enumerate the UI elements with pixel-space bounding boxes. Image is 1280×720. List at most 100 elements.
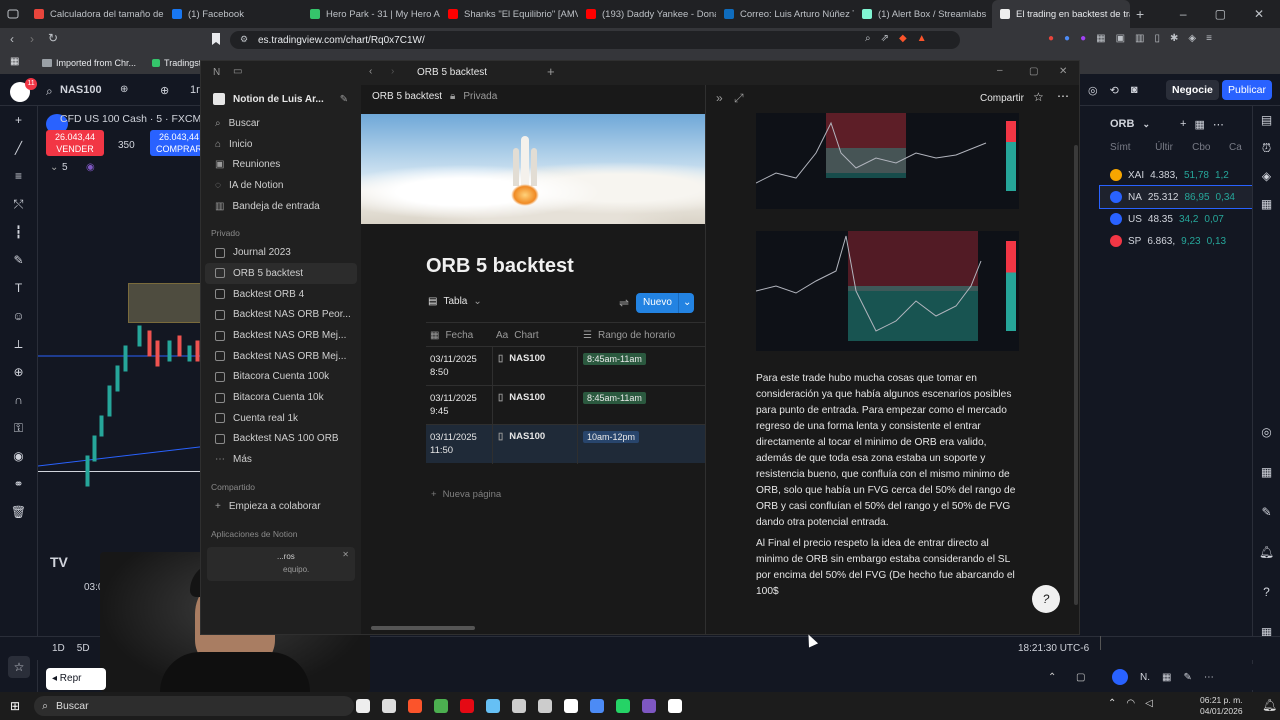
tray-chevron-icon[interactable]: ⌃ (1108, 698, 1116, 709)
bookmarks-icon[interactable]: ▥ (1135, 33, 1144, 44)
watchlist-icon[interactable]: ▤ (1253, 106, 1280, 134)
add-symbol-icon[interactable]: + (1180, 118, 1186, 130)
layout-icon[interactable]: ▦ (1162, 672, 1171, 683)
cell-range-tag[interactable]: 10am-12pm (583, 431, 640, 443)
compare-icon[interactable]: ⊕ (120, 84, 128, 95)
timeframe-5d[interactable]: 5D (77, 643, 90, 654)
text-icon[interactable]: T (0, 274, 37, 302)
tab-search-icon[interactable] (0, 0, 26, 28)
watch-column-header[interactable]: Ca (1229, 142, 1252, 164)
new-tab-icon[interactable]: + (1130, 6, 1144, 22)
sell-button[interactable]: 26.043,44 VENDER (46, 130, 104, 156)
sidebar-page[interactable]: Backtest NAS ORB Peor... (201, 305, 361, 326)
add-symbol-icon[interactable]: ⊕ (160, 84, 169, 97)
page-cover[interactable] (361, 114, 705, 224)
sidebar-nav-item[interactable]: ◌ IA de Notion (201, 175, 361, 196)
extension-box-icon[interactable]: ▣ (1116, 33, 1125, 44)
obs-icon[interactable] (382, 699, 397, 713)
watch-row[interactable]: XAI 4.383, 51,78 1,2 (1100, 164, 1252, 186)
column-chart[interactable]: Aa Chart (496, 330, 539, 341)
sidebar-page[interactable]: Backtest ORB 4 (201, 284, 361, 305)
privacy-label[interactable]: Privada (463, 91, 497, 102)
symbol-search-icon[interactable]: ⌕ (46, 84, 53, 99)
close-icon[interactable]: ✕ (1254, 7, 1264, 21)
notion-active-icon[interactable] (668, 699, 683, 713)
more-icon[interactable]: ⋯ (1213, 118, 1224, 131)
timeframe-1d[interactable]: 1D (52, 643, 65, 654)
extension-blue-icon[interactable]: ● (1064, 33, 1070, 44)
sidebar-page[interactable]: Backtest NAS ORB Mej... (201, 325, 361, 346)
news-icon[interactable]: ◎ (1253, 418, 1280, 458)
view-tab-table[interactable]: ▤ Tabla ⌄ (428, 296, 482, 307)
ideas-icon[interactable]: ✎ (1253, 498, 1280, 538)
table-view-icon[interactable]: ▦ (1194, 118, 1204, 131)
taskbar-time[interactable]: 06:21 p. m. (1200, 695, 1243, 706)
watch-row[interactable]: NA 25.312 86,95 0,34 (1099, 185, 1253, 209)
table-row[interactable]: 03/11/2025 9:45 ▯ NAS100 8:45am-11am (426, 385, 705, 425)
steam-icon[interactable] (486, 699, 501, 713)
lock-icon[interactable]: ⚿ (0, 414, 37, 442)
table-row[interactable]: 03/11/2025 11:50 ▯ NAS100 10am-12pm (426, 424, 705, 464)
help-icon[interactable]: ? (1253, 578, 1280, 618)
windows-start-icon[interactable]: ⊞ (10, 699, 20, 713)
brave-shield-icon[interactable]: ◆ (899, 33, 907, 44)
browser-tab[interactable]: (1) Facebook (164, 0, 302, 28)
sidebar-page[interactable]: Journal 2023 (201, 242, 361, 263)
filter-icon[interactable]: ⇌ (619, 296, 629, 310)
sidebar-more[interactable]: ⋯ Más (201, 449, 361, 470)
terminal-icon[interactable] (356, 699, 371, 713)
maximize-panel-icon[interactable]: ▢ (1076, 672, 1085, 683)
cell-fecha[interactable]: 03/11/2025 11:50 (430, 431, 477, 457)
apps-popup[interactable]: ...ros equipo. ✕ (207, 546, 355, 581)
cpu-icon[interactable] (512, 699, 527, 713)
sidebar-icon[interactable]: ▯ (1155, 33, 1161, 44)
sidebar-nav-item[interactable]: ▣ Reuniones (201, 154, 361, 175)
sidebar-page[interactable]: ORB 5 backtest (205, 263, 357, 284)
more-icon[interactable]: ⋯ (1204, 672, 1214, 683)
apps-icon[interactable]: ▦ (10, 56, 19, 67)
minimize-icon[interactable]: – (997, 65, 1003, 76)
alerts-icon[interactable]: ⏰︎ (1253, 134, 1280, 162)
wifi-icon[interactable]: ◠ (1126, 698, 1135, 709)
browser-tab[interactable]: (193) Daddy Yankee - Donarh (578, 0, 716, 28)
cell-fecha[interactable]: 03/11/2025 8:50 (430, 353, 477, 379)
trash-icon[interactable]: 🗑︎ (0, 498, 37, 526)
cell-chart[interactable]: ▯ NAS100 (498, 392, 545, 403)
site-info-icon[interactable]: ⚙ (240, 34, 248, 45)
brave-icon[interactable] (408, 699, 423, 713)
extension-fox-icon[interactable]: ● (1048, 33, 1054, 44)
browser-tab[interactable]: El trading en backtest de trad (992, 0, 1130, 28)
breadcrumb[interactable]: ORB 5 backtest (372, 91, 442, 102)
menu-icon[interactable]: ≡ (1206, 33, 1212, 44)
expand-icon[interactable]: ⤢ (734, 91, 744, 106)
watch-row[interactable]: US 48.35 34,2 0,07 (1100, 208, 1252, 230)
alert-icon[interactable]: ◎ (1088, 84, 1098, 97)
browser-tab[interactable]: Shanks "El Equilibrio" [AMV] C (440, 0, 578, 28)
replay-button[interactable]: ◂ Repr (46, 668, 106, 690)
forward-icon[interactable]: › (391, 66, 394, 77)
pattern-icon[interactable]: ⤲ (0, 190, 37, 218)
watch-column-header[interactable]: Símt (1110, 142, 1141, 164)
cell-chart[interactable]: ▯ NAS100 (498, 353, 545, 364)
trendline-icon[interactable]: ╱ (0, 134, 37, 162)
close-icon[interactable]: ✕ (342, 550, 349, 559)
taskbar-search[interactable]: ⌕ Buscar (34, 696, 355, 716)
cell-chart[interactable]: ▯ NAS100 (498, 431, 545, 442)
layers-icon[interactable]: ◈ (1253, 162, 1280, 190)
note-paragraph-1[interactable]: Para este trade hubo mucha cosas que tom… (756, 371, 1021, 531)
sidebar-toggle-icon[interactable]: ▭ (233, 66, 242, 77)
more-icon[interactable]: ⋯ (1057, 89, 1069, 103)
calculator-icon[interactable] (590, 699, 605, 713)
share-button[interactable]: Compartir (980, 93, 1024, 104)
share-icon[interactable]: ⇗ (881, 33, 889, 44)
watchlist-title[interactable]: ORB (1110, 118, 1134, 130)
sidebar-page[interactable]: Backtest NAS ORB Mej... (201, 346, 361, 367)
magnet-icon[interactable]: ∩ (0, 386, 37, 414)
volume-icon[interactable]: ◁ (1145, 698, 1153, 709)
crosshair-icon[interactable]: + (0, 106, 37, 134)
calendar-icon[interactable]: ▦ (1253, 458, 1280, 498)
star-icon[interactable]: ☆ (1033, 90, 1044, 104)
column-fecha[interactable]: ▦ Fecha (430, 330, 473, 341)
chat-icon[interactable] (642, 699, 657, 713)
close-icon[interactable]: ✕ (1059, 66, 1067, 77)
